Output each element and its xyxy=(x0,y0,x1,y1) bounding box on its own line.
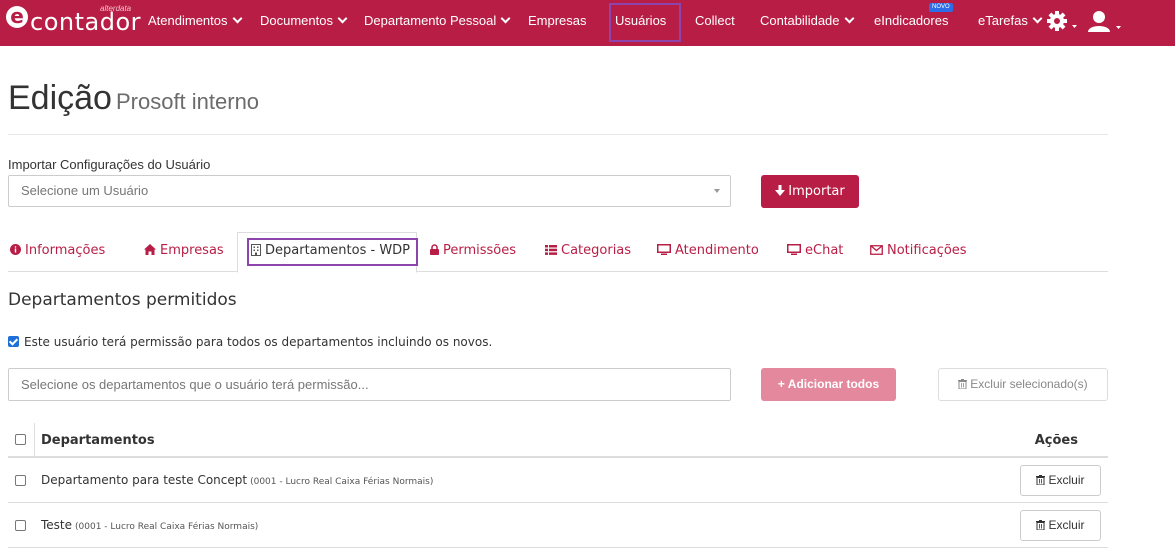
monitor-icon xyxy=(657,244,671,255)
row-checkbox[interactable] xyxy=(15,520,26,531)
nav-usuarios-highlight xyxy=(609,3,681,42)
nav-etarefas[interactable]: eTarefas xyxy=(978,0,1043,46)
page-subtitle: Prosoft interno xyxy=(115,89,260,114)
top-navbar: e contador alterdata Atendimentos Docume… xyxy=(0,0,1175,46)
nav-label: Collect xyxy=(695,13,735,28)
add-all-label: Adicionar todos xyxy=(787,377,880,391)
tab-atendimento[interactable]: Atendimento xyxy=(657,232,759,272)
add-all-button[interactable]: + Adicionar todos xyxy=(761,368,896,401)
user-menu-icon[interactable] xyxy=(1088,10,1124,37)
tab-notificacoes[interactable]: Notificações xyxy=(870,232,967,272)
tab-label: Informações xyxy=(25,243,106,258)
logo-mark: e xyxy=(6,6,28,28)
department-name: Teste xyxy=(41,518,73,532)
column-divider xyxy=(34,423,35,458)
select-all-checkbox[interactable] xyxy=(15,434,26,445)
page-title: Edição Prosoft interno xyxy=(8,78,259,122)
nav-atendimentos[interactable]: Atendimentos xyxy=(148,0,242,46)
delete-selected-button[interactable]: Excluir selecionado(s) xyxy=(938,368,1108,401)
tab-permissoes[interactable]: Permissões xyxy=(430,232,516,272)
tab-label: Categorias xyxy=(561,243,632,258)
building-icon xyxy=(251,243,261,256)
section-title: Departamentos permitidos xyxy=(8,290,237,310)
department-cell: Teste (0001 - Lucro Real Caixa Férias Nor… xyxy=(41,518,258,532)
nav-label: eTarefas xyxy=(978,13,1028,28)
department-name: Departamento para teste Concept xyxy=(41,473,248,487)
all-permission-label: Este usuário terá permissão para todos o… xyxy=(24,335,493,349)
tab-departamentos-wdp[interactable]: Departamentos - WDP xyxy=(251,232,410,272)
import-button-label: Importar xyxy=(788,184,845,199)
departments-input[interactable]: Selecione os departamentos que o usuário… xyxy=(8,368,731,401)
tab-label: Atendimento xyxy=(675,243,759,258)
plus-icon: + xyxy=(777,377,788,391)
all-permission-row[interactable]: Este usuário terá permissão para todos o… xyxy=(8,335,492,349)
list-icon xyxy=(545,244,557,255)
tab-label: eChat xyxy=(805,243,844,258)
table-row: Teste (0001 - Lucro Real Caixa Férias Nor… xyxy=(8,503,1108,548)
col-acoes: Ações xyxy=(1034,433,1078,448)
info-icon xyxy=(10,244,21,255)
tab-informacoes[interactable]: Informações xyxy=(10,232,105,272)
user-select[interactable]: Selecione um Usuário xyxy=(8,175,731,207)
department-detail: (0001 - Lucro Real Caixa Férias Normais) xyxy=(250,477,434,487)
settings-gear-icon[interactable] xyxy=(1046,10,1080,35)
logo-brand: alterdata xyxy=(100,4,132,13)
table-header: Departamentos Ações xyxy=(8,423,1108,458)
lock-icon xyxy=(430,244,439,255)
nav-empresas[interactable]: Empresas xyxy=(528,0,587,46)
tab-label: Empresas xyxy=(160,243,224,258)
nav-label: eIndicadores xyxy=(874,13,949,28)
chevron-down-icon xyxy=(232,13,242,24)
app-logo[interactable]: e contador alterdata xyxy=(6,4,141,42)
tab-label: Notificações xyxy=(887,243,967,258)
nav-label: Departamento Pessoal xyxy=(364,13,497,28)
new-badge: NOVO xyxy=(929,3,953,12)
nav-departamento-pessoal[interactable]: Departamento Pessoal xyxy=(364,0,511,46)
row-checkbox[interactable] xyxy=(15,475,26,486)
nav-collect[interactable]: Collect xyxy=(695,0,735,46)
delete-button[interactable]: Excluir xyxy=(1020,465,1101,496)
nav-label: Atendimentos xyxy=(148,13,228,28)
home-icon xyxy=(144,244,156,255)
arrow-down-icon xyxy=(775,185,786,196)
delete-label: Excluir xyxy=(1048,473,1085,487)
chevron-down-icon xyxy=(1032,13,1043,24)
delete-label: Excluir xyxy=(1048,518,1085,532)
delete-selected-label: Excluir selecionado(s) xyxy=(970,377,1088,391)
departments-input-placeholder: Selecione os departamentos que o usuário… xyxy=(21,377,369,392)
monitor-icon xyxy=(787,244,801,255)
all-permission-checkbox[interactable] xyxy=(8,336,19,347)
department-cell: Departamento para teste Concept (0001 - L… xyxy=(41,473,433,487)
nav-label: Documentos xyxy=(260,13,333,28)
chevron-down-icon xyxy=(500,13,511,24)
import-label: Importar Configurações do Usuário xyxy=(8,157,211,172)
page-title-text: Edição xyxy=(8,79,112,117)
table-row: Departamento para teste Concept (0001 - L… xyxy=(8,458,1108,503)
trash-icon xyxy=(1036,519,1046,531)
nav-label: Empresas xyxy=(528,13,587,28)
tab-bar: Informações Empresas Departamentos - WDP… xyxy=(8,232,1108,273)
nav-label: Contabilidade xyxy=(760,13,840,28)
tab-label: Departamentos - WDP xyxy=(265,243,411,258)
chevron-down-icon xyxy=(337,13,348,24)
envelope-icon xyxy=(870,244,883,255)
chevron-down-icon xyxy=(844,13,854,24)
user-select-placeholder: Selecione um Usuário xyxy=(21,183,149,198)
trash-icon xyxy=(958,378,968,390)
tab-label: Permissões xyxy=(443,243,517,258)
delete-button[interactable]: Excluir xyxy=(1020,510,1101,541)
tab-echat[interactable]: eChat xyxy=(787,232,843,272)
nav-contabilidade[interactable]: Contabilidade xyxy=(760,0,854,46)
trash-icon xyxy=(1036,474,1046,486)
tab-categorias[interactable]: Categorias xyxy=(545,232,631,272)
dropdown-arrow-icon xyxy=(714,189,720,193)
col-departamentos: Departamentos xyxy=(41,433,155,448)
import-button[interactable]: Importar xyxy=(761,175,859,208)
divider xyxy=(8,134,1108,135)
tab-empresas[interactable]: Empresas xyxy=(144,232,224,272)
department-detail: (0001 - Lucro Real Caixa Férias Normais) xyxy=(75,522,259,532)
nav-documentos[interactable]: Documentos xyxy=(260,0,348,46)
